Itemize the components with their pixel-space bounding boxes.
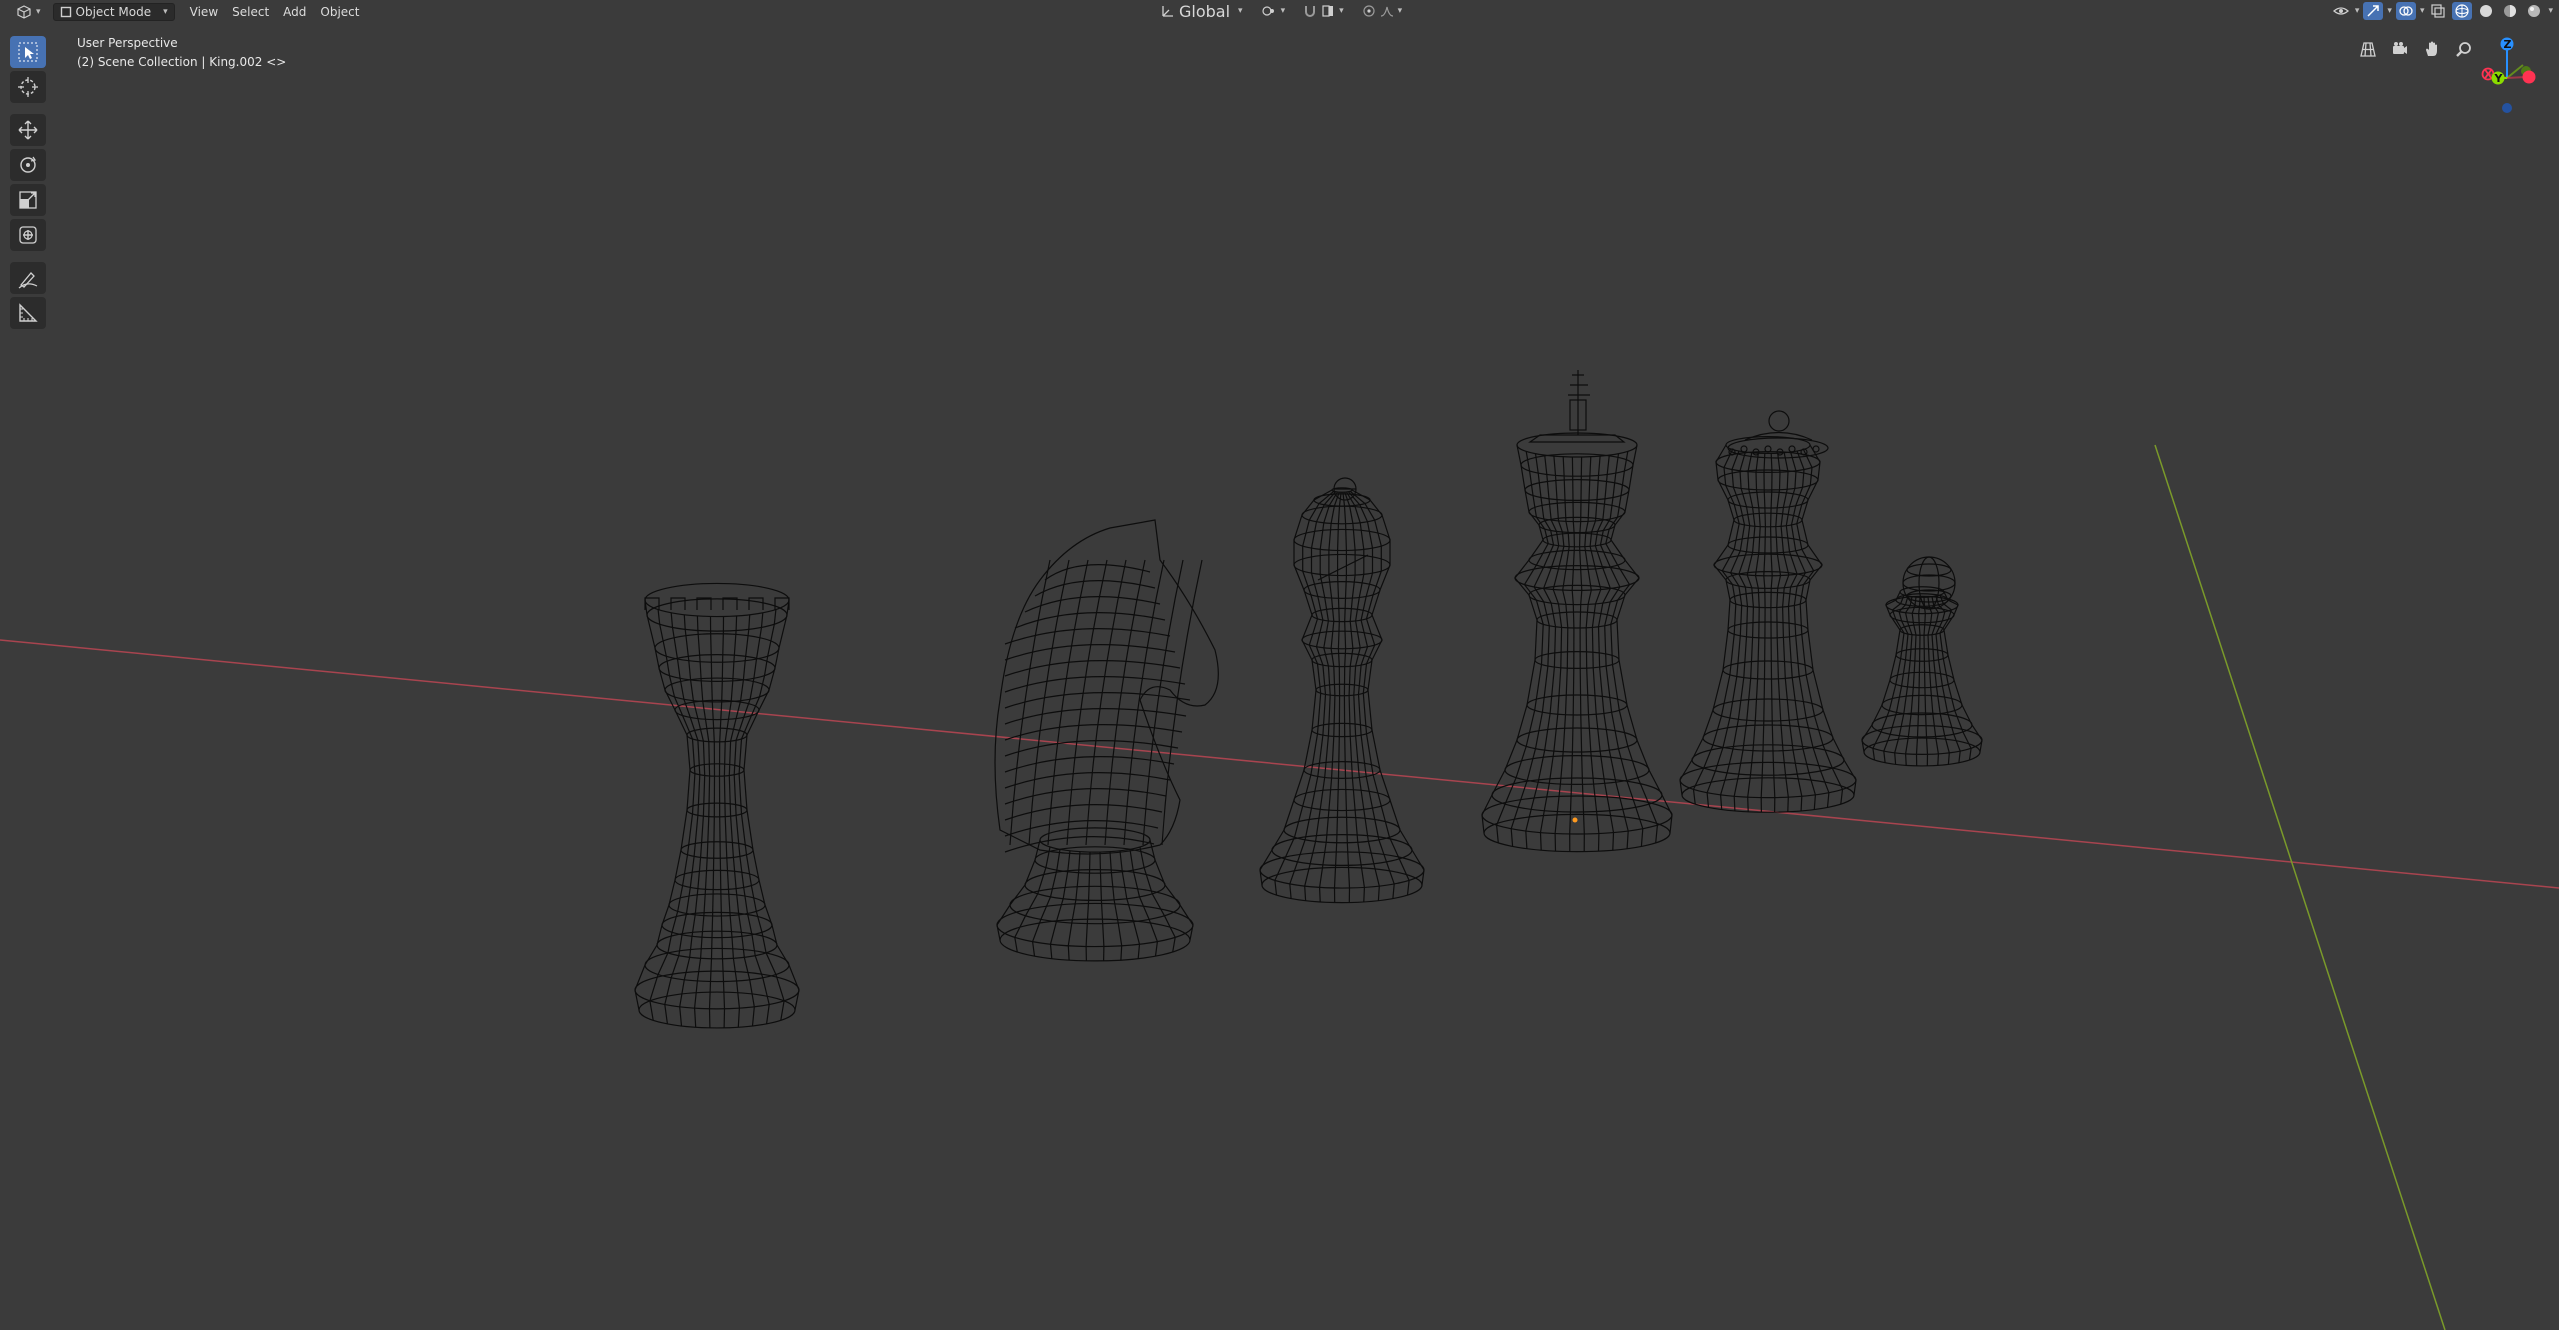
shading-rendered-button[interactable]: [2524, 2, 2544, 20]
chevron-down-icon: ▾: [163, 7, 168, 17]
orientation-label: Global: [1179, 1, 1231, 21]
gizmo-neg-z[interactable]: [2502, 103, 2512, 113]
pan-view-button[interactable]: [2419, 36, 2445, 62]
3d-viewport-icon: [17, 5, 31, 19]
tool-shelf: [8, 36, 48, 332]
material-shading-icon: [2504, 5, 2517, 17]
menu-object[interactable]: Object: [313, 3, 366, 21]
visibility-selectability-button[interactable]: [2331, 2, 2351, 20]
viewport-info: User Perspective (2) Scene Collection | …: [77, 34, 286, 72]
wireframe-shading-icon: [2455, 4, 2470, 18]
chevron-down-icon: ▾: [1238, 6, 1243, 16]
tool-move[interactable]: [10, 114, 46, 146]
navigation-tools: [2355, 36, 2477, 62]
chevron-down-icon[interactable]: ▾: [2548, 6, 2553, 16]
camera-view-button[interactable]: [2387, 36, 2413, 62]
chevron-down-icon[interactable]: ▾: [2355, 6, 2360, 16]
proportional-icon: [1363, 5, 1375, 17]
gizmo-toggle[interactable]: [2363, 2, 2384, 20]
collection-info: (2) Scene Collection | King.002 <>: [77, 55, 287, 69]
proportional-editing-toggle[interactable]: ▾: [1356, 2, 1409, 20]
tool-measure[interactable]: [10, 297, 46, 329]
gizmo-label-y: Y: [2494, 72, 2504, 85]
object-mode-icon: [60, 6, 71, 18]
rotate-icon: [20, 156, 37, 173]
orientation-icon: [1162, 6, 1173, 17]
gizmo-icon: [2367, 5, 2380, 17]
tool-select-box[interactable]: [10, 36, 46, 68]
tool-scale[interactable]: [10, 184, 46, 216]
toggle-view-button[interactable]: [2355, 36, 2381, 62]
shading-wireframe-button[interactable]: [2452, 2, 2473, 20]
rendered-shading-icon: [2528, 5, 2541, 17]
center-header-tools: Global ▾ ▾ ▾ ▾: [1155, 1, 1409, 21]
right-header-tools: ▾ ▾ ▾ ▾: [2331, 2, 2553, 20]
gizmo-x-axis[interactable]: [2522, 70, 2536, 84]
chevron-down-icon: ▾: [1397, 6, 1403, 16]
select-box-icon: [18, 42, 38, 62]
eye-icon: [2332, 7, 2349, 15]
object-origin: [1572, 817, 1578, 823]
menu-select[interactable]: Select: [225, 3, 276, 21]
hand-pan-icon: [2426, 41, 2437, 56]
tool-rotate[interactable]: [10, 149, 46, 181]
xray-toggle[interactable]: [2428, 2, 2448, 20]
measure-icon: [19, 303, 38, 322]
cursor-icon: [18, 77, 38, 97]
menu-view[interactable]: View: [183, 3, 225, 21]
magnet-icon: [1305, 6, 1316, 17]
transform-icon: [19, 226, 37, 244]
tool-cursor[interactable]: [10, 71, 46, 103]
chevron-down-icon: ▾: [1280, 6, 1286, 16]
editor-type-button[interactable]: ▾: [10, 3, 47, 21]
chevron-down-icon: ▾: [36, 7, 41, 17]
transform-orientation-selector[interactable]: Global ▾: [1155, 1, 1249, 21]
snap-target-icon: [1322, 5, 1334, 17]
pivot-icon: [1261, 6, 1274, 16]
overlays-icon: [2399, 6, 2413, 16]
snap-toggle[interactable]: ▾: [1297, 2, 1350, 20]
chevron-down-icon: ▾: [1339, 6, 1344, 16]
mode-label: Object Mode: [75, 5, 152, 19]
chevron-down-icon[interactable]: ▾: [2420, 6, 2425, 16]
tool-transform[interactable]: [10, 219, 46, 251]
view-name: User Perspective: [77, 36, 178, 50]
xray-icon: [2431, 4, 2446, 18]
falloff-curve-icon: [1380, 6, 1393, 17]
chevron-down-icon[interactable]: ▾: [2387, 6, 2392, 16]
solid-shading-icon: [2480, 5, 2493, 17]
shading-material-button[interactable]: [2500, 2, 2520, 20]
menu-add[interactable]: Add: [276, 3, 313, 21]
camera-icon: [2393, 42, 2407, 54]
grid-view-icon: [2360, 42, 2376, 57]
scale-icon: [19, 191, 37, 209]
mode-selector[interactable]: Object Mode ▾: [52, 3, 175, 21]
navigation-gizmo[interactable]: X Y Z: [2460, 28, 2550, 118]
move-icon: [18, 120, 38, 140]
annotate-icon: [18, 272, 38, 289]
tool-annotate[interactable]: [10, 262, 46, 294]
shading-solid-button[interactable]: [2476, 2, 2496, 20]
overlays-toggle[interactable]: [2395, 2, 2416, 20]
pivot-point-button[interactable]: ▾: [1255, 2, 1292, 20]
3d-viewport[interactable]: [0, 0, 2559, 1330]
gizmo-label-z: Z: [2504, 38, 2512, 51]
scene-canvas[interactable]: [0, 0, 2559, 1330]
